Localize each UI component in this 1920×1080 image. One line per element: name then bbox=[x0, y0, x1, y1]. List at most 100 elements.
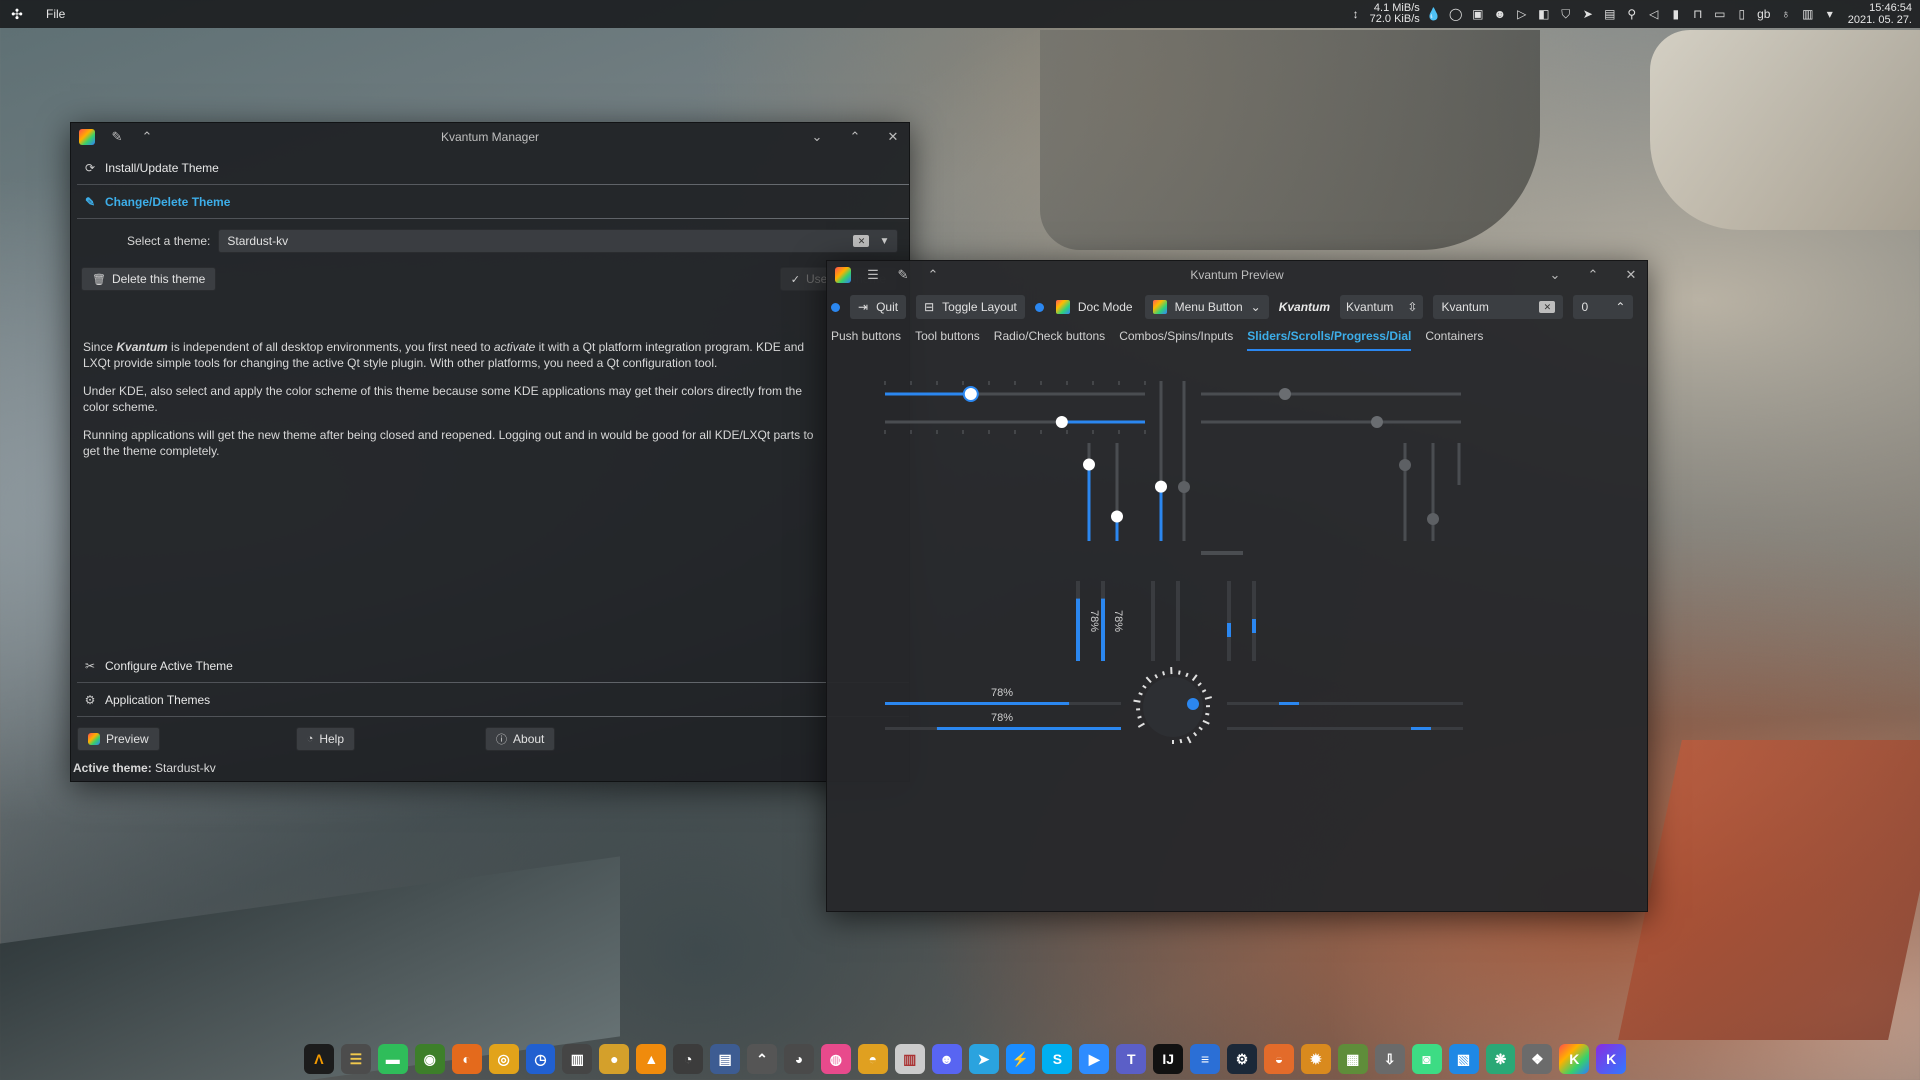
section-configure-active[interactable]: ✂ Configure Active Theme bbox=[71, 649, 909, 683]
discord-tray-icon[interactable]: ☻ bbox=[1492, 6, 1508, 22]
telegram-icon[interactable]: ➤ bbox=[968, 1044, 999, 1074]
dock-app-icon[interactable]: ◓ bbox=[857, 1044, 888, 1074]
dock-app-icon[interactable]: ◉ bbox=[414, 1044, 445, 1074]
teams-icon[interactable]: T bbox=[1116, 1044, 1147, 1074]
obs-icon[interactable]: ◔ bbox=[673, 1044, 704, 1074]
dock-app-icon[interactable]: ▧ bbox=[1448, 1044, 1479, 1074]
steam-icon[interactable]: ⚙ bbox=[1227, 1044, 1257, 1074]
close-icon[interactable]: ✕ bbox=[885, 129, 901, 145]
dock-app-icon[interactable]: ❋ bbox=[1485, 1044, 1516, 1074]
section-change-delete[interactable]: ✎ Change/Delete Theme bbox=[71, 185, 909, 219]
horizontal-slider-1[interactable] bbox=[884, 381, 1146, 402]
lock-icon[interactable]: ⊓ bbox=[1690, 6, 1706, 22]
android-icon[interactable]: ◙ bbox=[1411, 1044, 1442, 1074]
clipboard-icon[interactable]: ▤ bbox=[1602, 6, 1618, 22]
chrome-icon[interactable]: ◎ bbox=[488, 1044, 519, 1074]
scroll-handle[interactable] bbox=[1201, 551, 1243, 555]
vertical-slider-1[interactable] bbox=[1083, 443, 1095, 541]
maximize-icon[interactable]: ⌃ bbox=[847, 129, 863, 145]
kvantum-combo[interactable]: Kvantum ⇳ bbox=[1340, 295, 1424, 319]
tab-combos-spins[interactable]: Combos/Spins/Inputs bbox=[1119, 329, 1233, 351]
firefox-icon[interactable]: ◐ bbox=[451, 1044, 482, 1074]
dock-app-icon[interactable]: ❖ bbox=[1522, 1044, 1553, 1074]
spin-box[interactable]: 0 ⌃ bbox=[1573, 295, 1634, 319]
tab-sliders-scrolls[interactable]: Sliders/Scrolls/Progress/Dial bbox=[1247, 329, 1412, 351]
dock-app-icon[interactable]: ◒ bbox=[1263, 1044, 1294, 1074]
minimize-icon[interactable]: ⌄ bbox=[1547, 267, 1563, 283]
messenger-icon[interactable]: ⚡ bbox=[1005, 1044, 1036, 1074]
app-launcher-icon[interactable]: ✣ bbox=[8, 5, 26, 23]
clear-icon[interactable]: ✕ bbox=[853, 235, 870, 247]
media-play-icon[interactable]: ▷ bbox=[1514, 6, 1530, 22]
chevron-down-icon[interactable]: ▼ bbox=[879, 236, 889, 247]
keep-above-icon[interactable]: ⌃ bbox=[139, 129, 155, 145]
dock-app-icon[interactable]: ▬ bbox=[377, 1044, 408, 1074]
drop-icon[interactable]: 💧 bbox=[1426, 6, 1442, 22]
close-icon[interactable]: ✕ bbox=[1623, 267, 1639, 283]
dial[interactable] bbox=[1133, 666, 1213, 744]
location-icon[interactable]: ⚲ bbox=[1624, 6, 1640, 22]
app-tray-icon[interactable]: ◧ bbox=[1536, 6, 1552, 22]
horizontal-slider-2[interactable] bbox=[884, 416, 1146, 434]
chevron-up-icon[interactable]: ⌃ bbox=[1615, 300, 1625, 314]
skype-icon[interactable]: S bbox=[1042, 1044, 1073, 1074]
section-install-update[interactable]: ⟳ Install/Update Theme bbox=[71, 151, 909, 185]
quit-button[interactable]: ⇥ Quit bbox=[850, 295, 907, 319]
preview-button[interactable]: Preview bbox=[77, 727, 160, 751]
dock-app-icon[interactable]: ▥ bbox=[894, 1044, 925, 1074]
scrollbar-horizontal-2[interactable] bbox=[1227, 727, 1463, 730]
telegram-tray-icon[interactable]: ➤ bbox=[1580, 6, 1596, 22]
dock-app-icon[interactable]: ◕ bbox=[783, 1044, 814, 1074]
tab-containers[interactable]: Containers bbox=[1425, 329, 1483, 351]
file-menu[interactable]: File bbox=[46, 7, 65, 21]
dock-app-icon[interactable]: ⌃ bbox=[747, 1044, 777, 1074]
doc-mode-button[interactable]: Doc Mode bbox=[1054, 295, 1135, 319]
clear-icon[interactable]: ✕ bbox=[1539, 301, 1556, 313]
monitor-icon[interactable]: ▣ bbox=[1470, 6, 1486, 22]
menu-button[interactable]: Menu Button ⌄ bbox=[1144, 295, 1269, 319]
display-icon[interactable]: ▭ bbox=[1712, 6, 1728, 22]
section-application-themes[interactable]: ⚙ Application Themes bbox=[71, 683, 909, 717]
phone-icon[interactable]: ▯ bbox=[1734, 6, 1750, 22]
toggle-layout-button[interactable]: ⊟ Toggle Layout bbox=[916, 295, 1025, 319]
microphone-icon[interactable]: ♁ bbox=[1778, 6, 1794, 22]
kvantum-line-edit[interactable]: Kvantum ✕ bbox=[1433, 295, 1564, 319]
keep-above-icon[interactable]: ⌃ bbox=[925, 267, 941, 283]
dock-app-icon[interactable]: ✹ bbox=[1300, 1044, 1331, 1074]
kvantum-manager-icon[interactable]: K bbox=[1559, 1044, 1590, 1074]
clock[interactable]: 15:46:54 2021. 05. 27. bbox=[1848, 2, 1912, 26]
intellij-icon[interactable]: IJ bbox=[1153, 1044, 1184, 1074]
dock-app-icon[interactable]: ◷ bbox=[525, 1044, 556, 1074]
dock-app-icon[interactable]: ≡ bbox=[1190, 1044, 1221, 1074]
kvantum-preview-icon[interactable]: K bbox=[1596, 1044, 1627, 1074]
delete-theme-button[interactable]: 🗑 Delete this theme bbox=[81, 267, 217, 291]
tab-tool-buttons[interactable]: Tool buttons bbox=[915, 329, 980, 351]
hamburger-menu-icon[interactable]: ☰ bbox=[865, 267, 881, 283]
zoom-icon[interactable]: ▶ bbox=[1079, 1044, 1110, 1074]
about-button[interactable]: ⓘ About bbox=[485, 727, 556, 751]
keyboard-layout[interactable]: gb bbox=[1756, 6, 1772, 22]
tab-radio-check[interactable]: Radio/Check buttons bbox=[994, 329, 1105, 351]
scrollbar-horizontal-1[interactable] bbox=[1227, 702, 1463, 705]
dock-app-icon[interactable]: ☰ bbox=[340, 1044, 371, 1074]
dock-app-icon[interactable]: Λ bbox=[304, 1044, 334, 1074]
dock-app-icon[interactable]: ⇩ bbox=[1374, 1044, 1405, 1074]
volume-icon[interactable]: ◁ bbox=[1646, 6, 1662, 22]
vertical-slider-3[interactable] bbox=[1155, 381, 1167, 541]
vlc-icon[interactable]: ▲ bbox=[636, 1044, 667, 1074]
minecraft-icon[interactable]: ▦ bbox=[1337, 1044, 1368, 1074]
dock-app-icon[interactable]: ● bbox=[599, 1044, 630, 1074]
network-icon[interactable]: ▥ bbox=[1800, 6, 1816, 22]
dock-app-icon[interactable]: ▤ bbox=[710, 1044, 741, 1074]
battery-icon[interactable]: ▮ bbox=[1668, 6, 1684, 22]
discord-icon[interactable]: ☻ bbox=[931, 1044, 962, 1074]
minimize-icon[interactable]: ⌄ bbox=[809, 129, 825, 145]
help-button[interactable]: ◔ Help bbox=[295, 727, 356, 751]
maximize-icon[interactable]: ⌃ bbox=[1585, 267, 1601, 283]
vertical-slider-2[interactable] bbox=[1111, 443, 1123, 541]
dock-app-icon[interactable]: ◍ bbox=[820, 1044, 851, 1074]
preview-titlebar[interactable]: ☰ ✎ ⌃ Kvantum Preview ⌄ ⌃ ✕ bbox=[827, 261, 1647, 289]
dock-app-icon[interactable]: ▥ bbox=[562, 1044, 593, 1074]
pin-icon[interactable]: ✎ bbox=[109, 129, 125, 145]
tab-push-buttons[interactable]: Push buttons bbox=[831, 329, 901, 351]
